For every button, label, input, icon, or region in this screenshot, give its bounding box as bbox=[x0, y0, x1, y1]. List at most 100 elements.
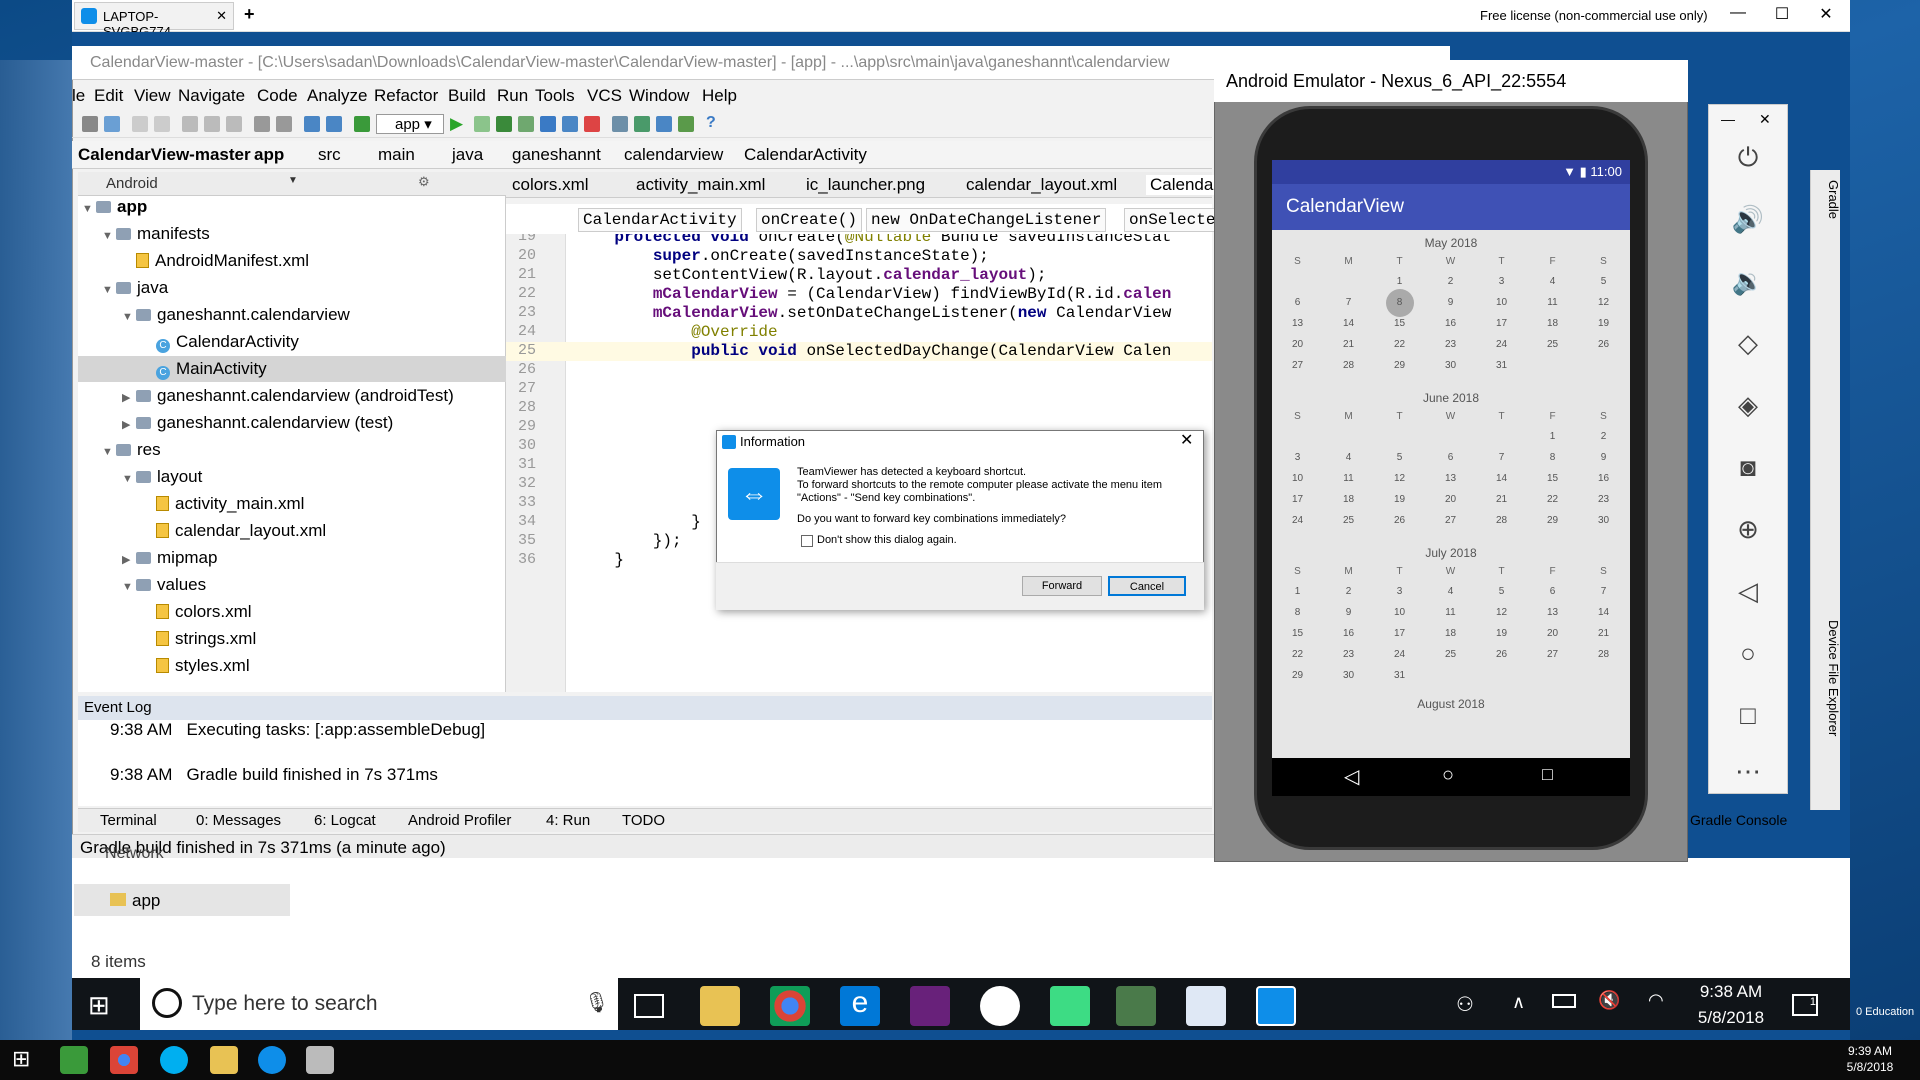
breadcrumb-ganeshannt[interactable]: ganeshannt bbox=[512, 145, 601, 165]
expand-arrow-icon[interactable]: ▼ bbox=[82, 203, 96, 215]
rotate-right-icon[interactable]: ◈ bbox=[1728, 390, 1768, 430]
calendar-day[interactable]: 18 bbox=[1323, 494, 1374, 505]
forward-nav-icon[interactable] bbox=[326, 116, 342, 132]
tree-item[interactable]: calendar_layout.xml bbox=[78, 518, 506, 544]
file-explorer-icon[interactable] bbox=[700, 986, 740, 1026]
expand-arrow-icon[interactable]: ▶ bbox=[122, 553, 136, 566]
calendar-day[interactable]: 15 bbox=[1272, 628, 1323, 639]
calendar-day[interactable]: 30 bbox=[1578, 515, 1629, 526]
calendar-day[interactable]: 18 bbox=[1527, 318, 1578, 329]
microphone-icon[interactable]: 🎙 bbox=[584, 990, 609, 1015]
find-icon[interactable] bbox=[254, 116, 270, 132]
crumb-class[interactable]: CalendarActivity bbox=[578, 208, 742, 232]
remote-clock[interactable]: 9:38 AM 5/8/2018 bbox=[1690, 982, 1772, 1028]
calendar-day[interactable]: 31 bbox=[1476, 360, 1527, 371]
overview-icon[interactable]: □ bbox=[1728, 700, 1768, 740]
debug-icon[interactable] bbox=[496, 116, 512, 132]
calendar-day[interactable]: 25 bbox=[1425, 649, 1476, 660]
task-view-icon[interactable] bbox=[634, 994, 664, 1018]
action-center-icon[interactable]: 1 bbox=[1792, 994, 1818, 1016]
calendar-day[interactable]: 10 bbox=[1476, 297, 1527, 308]
home-icon[interactable]: ○ bbox=[1728, 638, 1768, 678]
calendar-day[interactable]: 6 bbox=[1272, 297, 1323, 308]
calendar-day[interactable]: 7 bbox=[1476, 452, 1527, 463]
calendar-day[interactable]: 9 bbox=[1323, 607, 1374, 618]
project-structure-icon[interactable] bbox=[612, 116, 628, 132]
device-file-explorer-tab[interactable]: Device File Explorer bbox=[1826, 620, 1841, 736]
expand-arrow-icon[interactable]: ▼ bbox=[102, 284, 116, 296]
calendar-day[interactable]: 17 bbox=[1272, 494, 1323, 505]
menu-file[interactable]: le bbox=[72, 86, 85, 106]
run-config-select[interactable]: app ▾ bbox=[376, 114, 444, 134]
menu-build[interactable]: Build bbox=[448, 86, 486, 106]
calendar-day[interactable]: 9 bbox=[1578, 452, 1629, 463]
calendar-day[interactable]: 14 bbox=[1578, 607, 1629, 618]
tab-ic-launcher-png[interactable]: ic_launcher.png bbox=[806, 175, 925, 195]
save-icon[interactable] bbox=[82, 116, 98, 132]
nav-back-icon[interactable]: ◁ bbox=[1344, 764, 1359, 789]
expand-arrow-icon[interactable]: ▶ bbox=[122, 391, 136, 404]
run-icon[interactable]: ▶ bbox=[450, 114, 463, 134]
tree-item[interactable]: colors.xml bbox=[78, 599, 506, 625]
calendar-day[interactable]: 3 bbox=[1374, 586, 1425, 597]
tree-item[interactable]: styles.xml bbox=[78, 653, 506, 679]
tool-android-profiler[interactable]: Android Profiler bbox=[408, 812, 511, 829]
cut-icon[interactable] bbox=[182, 116, 198, 132]
calendar-view[interactable]: May 2018 S M T W T F S 1 2 3 4 5 6 7 8 9 10 11 12 13 14 15 16 17… bbox=[1272, 230, 1630, 758]
replace-icon[interactable] bbox=[276, 116, 292, 132]
breadcrumb-calendaractivity[interactable]: CalendarActivity bbox=[744, 145, 867, 165]
nav-app-folder[interactable]: app bbox=[74, 884, 290, 916]
calendar-day[interactable]: 29 bbox=[1272, 670, 1323, 681]
calendar-day[interactable]: 8 bbox=[1272, 607, 1323, 618]
gear-icon[interactable]: ⚙ bbox=[418, 174, 430, 190]
calendar-day[interactable]: 21 bbox=[1476, 494, 1527, 505]
minimize-icon[interactable]: — bbox=[1718, 4, 1758, 28]
nav-home-icon[interactable]: ○ bbox=[1442, 764, 1454, 787]
expand-arrow-icon[interactable]: ▼ bbox=[102, 446, 116, 458]
menu-view[interactable]: View bbox=[134, 86, 171, 106]
calendar-day[interactable]: 5 bbox=[1578, 276, 1629, 287]
tool-logcat[interactable]: 6: Logcat bbox=[314, 812, 376, 829]
calendar-day[interactable]: 12 bbox=[1374, 473, 1425, 484]
tool-todo[interactable]: TODO bbox=[622, 812, 665, 829]
people-icon[interactable]: ⚇ bbox=[1456, 992, 1474, 1017]
calendar-day[interactable]: 19 bbox=[1374, 494, 1425, 505]
menu-navigate[interactable]: Navigate bbox=[178, 86, 245, 106]
back-nav-icon[interactable] bbox=[304, 116, 320, 132]
calendar-day[interactable]: 3 bbox=[1272, 452, 1323, 463]
calendar-day[interactable]: 1 bbox=[1527, 431, 1578, 442]
calendar-day[interactable]: 15 bbox=[1527, 473, 1578, 484]
calendar-day[interactable]: 13 bbox=[1527, 607, 1578, 618]
tree-item[interactable]: ▼ values bbox=[78, 572, 506, 598]
calendar-day[interactable]: 27 bbox=[1272, 360, 1323, 371]
calendar-day[interactable]: 30 bbox=[1425, 360, 1476, 371]
calendar-day[interactable]: 11 bbox=[1527, 297, 1578, 308]
calendar-day[interactable]: 20 bbox=[1425, 494, 1476, 505]
calendar-day[interactable]: 20 bbox=[1272, 339, 1323, 350]
tree-item[interactable]: ▼ manifests bbox=[78, 221, 506, 247]
teamviewer-session-tab[interactable]: LAPTOP-SVGBG774 ✕ bbox=[74, 2, 234, 39]
stop-icon[interactable] bbox=[584, 116, 600, 132]
sdk-manager-icon[interactable] bbox=[678, 116, 694, 132]
calendar-day[interactable]: 19 bbox=[1476, 628, 1527, 639]
breadcrumb-main[interactable]: main bbox=[378, 145, 415, 165]
calendar-day[interactable]: 5 bbox=[1374, 452, 1425, 463]
calendar-day[interactable]: 4 bbox=[1527, 276, 1578, 287]
dialog-close-icon[interactable]: ✕ bbox=[1180, 430, 1193, 450]
calendar-day[interactable]: 13 bbox=[1272, 318, 1323, 329]
calendar-day[interactable]: 12 bbox=[1578, 297, 1629, 308]
expand-arrow-icon[interactable]: ▼ bbox=[122, 473, 136, 485]
menu-analyze[interactable]: Analyze bbox=[307, 86, 367, 106]
calendar-day[interactable]: 22 bbox=[1527, 494, 1578, 505]
local-app-icon[interactable] bbox=[60, 1046, 88, 1074]
calendar-day[interactable]: 21 bbox=[1578, 628, 1629, 639]
windows-start-icon[interactable]: ⊞ bbox=[88, 990, 110, 1021]
calendar-day[interactable]: 2 bbox=[1425, 276, 1476, 287]
sync-icon[interactable] bbox=[104, 116, 120, 132]
calendar-day[interactable]: 28 bbox=[1578, 649, 1629, 660]
menu-help[interactable]: Help bbox=[702, 86, 737, 106]
gradle-sync-icon[interactable] bbox=[634, 116, 650, 132]
expand-arrow-icon[interactable]: ▼ bbox=[102, 230, 116, 242]
minimize-icon[interactable]: — bbox=[1721, 111, 1735, 127]
calendar-day[interactable]: 27 bbox=[1527, 649, 1578, 660]
